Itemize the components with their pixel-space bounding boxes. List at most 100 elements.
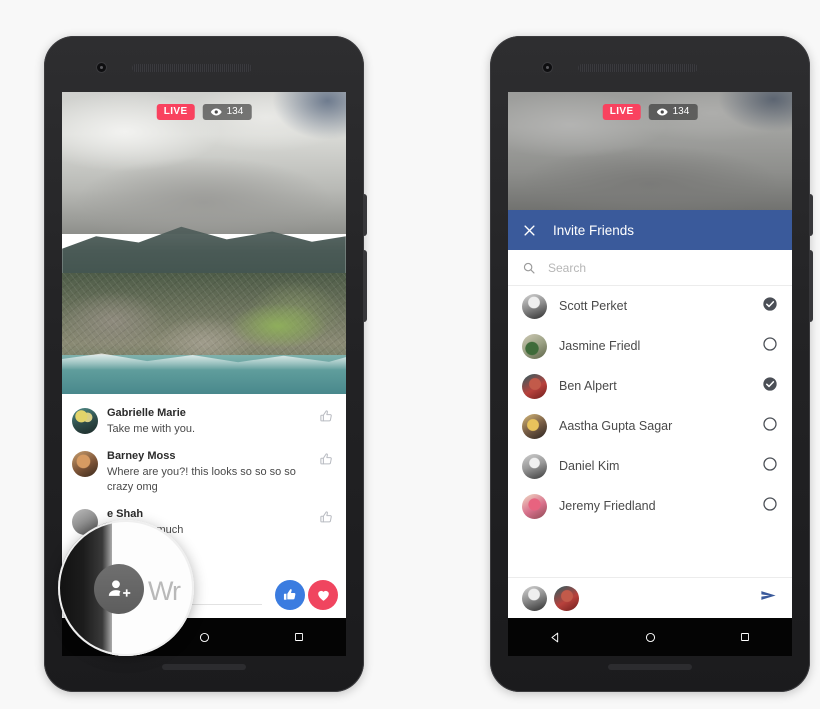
comment-row[interactable]: Gabrielle Marie Take me with you. <box>62 400 346 443</box>
earpiece-speaker <box>578 64 698 72</box>
friend-row[interactable]: Daniel Kim <box>508 446 792 486</box>
close-x-icon[interactable] <box>522 223 537 238</box>
comment-author: Barney Moss <box>107 450 176 463</box>
live-video-left[interactable]: LIVE 134 <box>62 92 346 394</box>
magnifier-lens: Wr <box>58 520 194 656</box>
comment-body: Barney Moss Where are you?! this looks s… <box>98 450 313 494</box>
circle-outline-icon <box>763 456 777 471</box>
viewer-count-pill-left: 134 <box>202 104 252 120</box>
android-navbar-right <box>508 618 792 656</box>
friend-name: Jeremy Friedland <box>559 499 656 513</box>
like-reaction-button[interactable] <box>275 580 305 610</box>
friend-row[interactable]: Aastha Gupta Sagar <box>508 406 792 446</box>
live-overlay-right: LIVE 134 <box>602 104 698 120</box>
power-button-left[interactable] <box>363 194 367 236</box>
send-arrow-icon <box>761 591 776 600</box>
friend-select-toggle[interactable] <box>762 296 778 317</box>
search-icon <box>523 262 535 274</box>
live-overlay-left: LIVE 134 <box>156 104 252 120</box>
search-placeholder: Search <box>548 260 587 275</box>
square-recents-icon[interactable] <box>293 631 305 643</box>
friend-select-toggle[interactable] <box>762 376 778 397</box>
screen-right: LIVE 134 Invite Friends Search Scott Per… <box>508 92 792 618</box>
comment-like-button[interactable] <box>313 407 336 429</box>
comment-text: Where are you?! this looks so so so so c… <box>107 466 296 493</box>
thumbs-up-outline-icon <box>320 453 332 465</box>
circle-outline-icon <box>763 496 777 511</box>
front-camera-icon <box>542 62 553 73</box>
friend-name: Daniel Kim <box>559 459 620 473</box>
friend-select-toggle[interactable] <box>762 496 778 517</box>
avatar <box>522 453 547 479</box>
avatar <box>72 408 98 434</box>
friend-select-toggle[interactable] <box>762 336 778 357</box>
avatar <box>554 585 579 611</box>
friend-name: Aastha Gupta Sagar <box>559 419 673 433</box>
phone-device-right: LIVE 134 Invite Friends Search Scott Per… <box>490 36 813 692</box>
friend-select-toggle[interactable] <box>762 456 778 477</box>
comment-text: Take me with you. <box>107 422 196 435</box>
comment-row[interactable]: Barney Moss Where are you?! this looks s… <box>62 443 346 501</box>
circle-home-icon[interactable] <box>644 631 657 644</box>
scene-background: LIVE 134 Gabrielle Marie Take me with yo… <box>0 0 820 709</box>
friend-select-toggle[interactable] <box>762 416 778 437</box>
live-badge-left: LIVE <box>156 104 195 120</box>
friend-name: Ben Alpert <box>559 379 617 393</box>
friend-row[interactable]: Scott Perket <box>508 286 792 326</box>
heart-reaction-button[interactable] <box>308 580 338 610</box>
avatar <box>522 413 547 439</box>
circle-outline-icon <box>763 336 777 351</box>
avatar <box>522 333 547 359</box>
phone-chin-left <box>162 664 246 670</box>
avatar <box>522 373 547 399</box>
triangle-back-icon[interactable] <box>549 631 562 644</box>
volume-button-right[interactable] <box>809 250 813 322</box>
avatar <box>72 451 98 478</box>
friend-row[interactable]: Jeremy Friedland <box>508 486 792 526</box>
friend-list: Scott Perket Jasmine Friedl Ben Alpert A… <box>508 286 792 577</box>
comment-like-button[interactable] <box>313 450 336 472</box>
phone-chin-right <box>608 664 692 670</box>
selected-friends-avatars <box>522 585 759 611</box>
viewer-count-text-right: 134 <box>672 106 690 117</box>
add-person-button-magnified[interactable] <box>94 564 144 614</box>
thumbs-up-outline-icon <box>320 410 332 422</box>
invite-send-bar <box>508 577 792 618</box>
live-badge-right: LIVE <box>602 104 641 120</box>
friend-name: Scott Perket <box>559 299 628 313</box>
invite-sheet-title: Invite Friends <box>553 222 635 238</box>
viewer-count-pill-right: 134 <box>648 104 698 120</box>
square-recents-icon[interactable] <box>739 631 751 643</box>
earpiece-speaker <box>132 64 252 72</box>
friend-search-row[interactable]: Search <box>508 250 792 286</box>
add-person-icon <box>108 580 131 597</box>
comment-like-button[interactable] <box>313 508 336 530</box>
eye-icon <box>210 108 222 116</box>
friend-row[interactable]: Ben Alpert <box>508 366 792 406</box>
viewer-count-text-left: 134 <box>226 106 244 117</box>
comment-body: Gabrielle Marie Take me with you. <box>98 407 313 436</box>
eye-icon <box>656 108 668 116</box>
avatar <box>522 493 547 519</box>
live-video-right[interactable]: LIVE 134 <box>508 92 792 210</box>
front-camera-icon <box>96 62 107 73</box>
thumbs-up-outline-icon <box>320 511 332 523</box>
invite-friends-sheet: Invite Friends Search Scott Perket Jasmi… <box>508 210 792 618</box>
check-circle-filled-icon <box>763 376 777 391</box>
power-button-right[interactable] <box>809 194 813 236</box>
send-invites-button[interactable] <box>759 586 778 610</box>
heart-filled-icon <box>317 590 329 601</box>
friend-name: Jasmine Friedl <box>559 339 641 353</box>
avatar <box>522 293 547 319</box>
friend-row[interactable]: Jasmine Friedl <box>508 326 792 366</box>
volume-button-left[interactable] <box>363 250 367 322</box>
avatar <box>522 585 547 611</box>
circle-outline-icon <box>763 416 777 431</box>
magnified-input-text: Wr <box>148 576 181 606</box>
comment-author: Gabrielle Marie <box>107 407 186 419</box>
check-circle-filled-icon <box>763 296 777 311</box>
invite-sheet-header: Invite Friends <box>508 210 792 250</box>
circle-home-icon[interactable] <box>198 631 211 644</box>
magnifier-callout: Wr <box>58 520 194 656</box>
phone-device-left: LIVE 134 Gabrielle Marie Take me with yo… <box>44 36 367 692</box>
